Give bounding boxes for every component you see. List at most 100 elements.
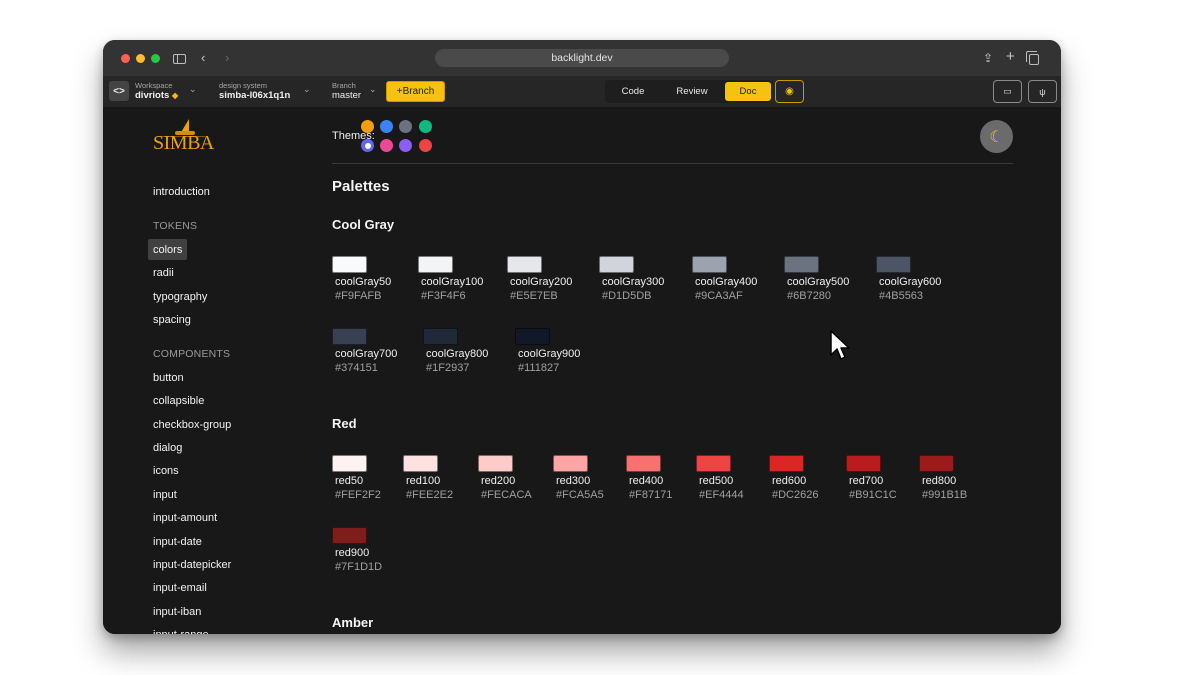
color-swatch (876, 256, 911, 273)
color-token[interactable]: coolGray200 #E5E7EB (507, 256, 577, 304)
design-system-selector[interactable]: design system simba-l06x1q1n ⌄ (219, 81, 311, 102)
color-swatch (515, 328, 550, 345)
workspace-label: Workspace (135, 81, 173, 90)
color-token[interactable]: red600 #DC2626 (769, 455, 839, 503)
workspace-value: divriots (135, 90, 170, 101)
color-token[interactable]: red400 #F87171 (626, 455, 696, 503)
color-token[interactable]: red700 #B91C1C (846, 455, 916, 503)
color-swatch (418, 256, 453, 273)
color-swatch (784, 256, 819, 273)
color-hex: #F9FAFB (335, 290, 382, 302)
sidebar-item-button[interactable]: button (148, 367, 189, 388)
color-token[interactable]: red900 #7F1D1D (332, 527, 402, 575)
color-hex: #7F1D1D (335, 561, 383, 573)
sidebar-item-typography[interactable]: typography (148, 286, 212, 307)
browser-titlebar: ‹ › backlight.dev ⇪ + (103, 40, 1061, 76)
tab-review[interactable]: Review (659, 82, 725, 101)
sidebar-item-input-email[interactable]: input-email (148, 577, 212, 598)
share-live-button[interactable]: ψ (1028, 80, 1057, 103)
color-swatch (332, 455, 367, 472)
branch-selector[interactable]: Branch master ⌄ (332, 81, 377, 102)
color-token[interactable]: red50 #FEF2F2 (332, 455, 402, 503)
theme-swatch[interactable] (419, 120, 432, 133)
antenna-icon: ψ (1039, 86, 1046, 97)
tab-code[interactable]: Code (607, 82, 659, 101)
forward-icon[interactable]: › (225, 50, 229, 66)
sidebar-item-icons[interactable]: icons (148, 460, 184, 481)
sidebar-item-introduction[interactable]: introduction (148, 181, 215, 202)
sidebar-item-checkbox-group[interactable]: checkbox-group (148, 414, 236, 435)
color-token[interactable]: red800 #991B1B (919, 455, 989, 503)
browser-window: ‹ › backlight.dev ⇪ + <> Workspace divri… (103, 40, 1061, 634)
dark-mode-toggle[interactable]: ☾ (980, 120, 1013, 153)
sidebar-item-input-amount[interactable]: input-amount (148, 507, 222, 528)
color-token[interactable]: coolGray700 #374151 (332, 328, 402, 376)
color-hex: #374151 (335, 362, 378, 374)
live-broadcast-button[interactable]: ◉ (775, 80, 804, 103)
color-token[interactable]: red100 #FEE2E2 (403, 455, 473, 503)
color-name: coolGray900 (518, 348, 581, 360)
minimize-window-button[interactable] (136, 54, 145, 63)
code-brackets-icon[interactable]: <> (109, 81, 129, 101)
color-name: red800 (922, 475, 957, 487)
color-name: coolGray50 (335, 276, 392, 288)
sidebar-item-input-range[interactable]: input-range (148, 624, 214, 635)
branch-value: master (332, 90, 362, 101)
sidebar-item-input-datepicker[interactable]: input-datepicker (148, 554, 236, 575)
color-token[interactable]: coolGray100 #F3F4F6 (418, 256, 488, 304)
color-swatch (692, 256, 727, 273)
color-name: red50 (335, 475, 364, 487)
color-token[interactable]: red500 #EF4444 (696, 455, 766, 503)
theme-swatch[interactable] (361, 139, 374, 152)
design-system-value: simba-l06x1q1n (219, 90, 291, 101)
theme-swatch[interactable] (399, 120, 412, 133)
color-name: red700 (849, 475, 884, 487)
color-swatch (507, 256, 542, 273)
color-token[interactable]: coolGray300 #D1D5DB (599, 256, 669, 304)
sidebar-toggle-icon[interactable] (173, 54, 186, 64)
back-icon[interactable]: ‹ (201, 50, 205, 66)
sidebar-item-spacing[interactable]: spacing (148, 309, 196, 330)
tab-doc[interactable]: Doc (725, 82, 771, 101)
color-name: coolGray100 (421, 276, 484, 288)
sidebar-item-radii[interactable]: radii (148, 262, 179, 283)
sidebar-item-dialog[interactable]: dialog (148, 437, 187, 458)
color-hex: #1F2937 (426, 362, 470, 374)
chevron-down-icon: ⌄ (303, 84, 311, 94)
sidebar-item-collapsible[interactable]: collapsible (148, 390, 209, 411)
sidebar-item-input-iban[interactable]: input-iban (148, 601, 206, 622)
share-icon[interactable]: ⇪ (983, 50, 993, 66)
preview-button[interactable]: ▭ (993, 80, 1022, 103)
color-token[interactable]: red200 #FECACA (478, 455, 548, 503)
color-token[interactable]: coolGray400 #9CA3AF (692, 256, 762, 304)
theme-swatch[interactable] (380, 139, 393, 152)
color-name: red100 (406, 475, 441, 487)
color-token[interactable]: coolGray500 #6B7280 (784, 256, 854, 304)
new-branch-button[interactable]: +Branch (386, 81, 445, 102)
sidebar-item-colors[interactable]: colors (148, 239, 188, 260)
divider (332, 163, 1013, 164)
color-token[interactable]: red300 #FCA5A5 (553, 455, 623, 503)
theme-swatch[interactable] (380, 120, 393, 133)
theme-swatch[interactable] (419, 139, 432, 152)
theme-swatch[interactable] (399, 139, 412, 152)
color-token[interactable]: coolGray900 #111827 (515, 328, 585, 376)
palette-title-red: Red (332, 416, 357, 431)
color-token[interactable]: coolGray50 #F9FAFB (332, 256, 402, 304)
new-tab-icon[interactable]: + (1006, 49, 1015, 65)
close-window-button[interactable] (121, 54, 130, 63)
color-token[interactable]: coolGray600 #4B5563 (876, 256, 946, 304)
color-name: coolGray700 (335, 348, 398, 360)
color-name: red200 (481, 475, 516, 487)
color-token[interactable]: coolGray800 #1F2937 (423, 328, 493, 376)
simba-logo[interactable]: SIMBA (153, 119, 215, 155)
sidebar-item-input[interactable]: input (148, 484, 182, 505)
address-bar[interactable]: backlight.dev (435, 49, 729, 67)
sidebar-item-input-date[interactable]: input-date (148, 531, 207, 552)
theme-swatch[interactable] (361, 120, 374, 133)
tab-overview-icon[interactable] (1026, 51, 1039, 65)
zoom-window-button[interactable] (151, 54, 160, 63)
logo-text: SIMBA (153, 132, 214, 154)
workspace-selector[interactable]: Workspace divriots ◆ ⌄ (135, 81, 197, 102)
color-swatch (423, 328, 458, 345)
